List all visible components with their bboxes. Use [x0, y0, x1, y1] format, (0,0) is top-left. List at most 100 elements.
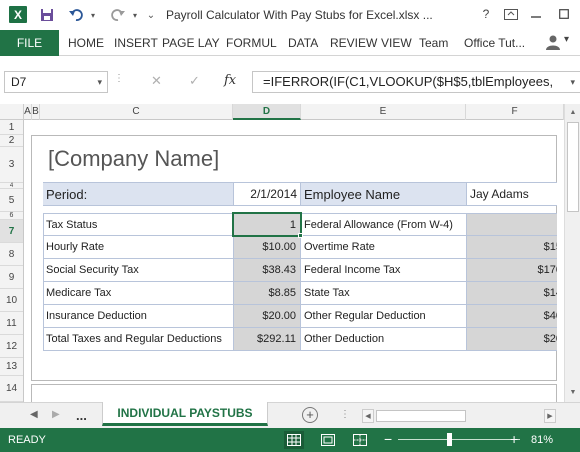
row-label-2[interactable]: Federal Income Tax — [301, 259, 466, 282]
row-label-2[interactable]: Other Deduction — [301, 328, 466, 351]
new-sheet-icon[interactable]: + — [302, 407, 318, 423]
row-value-2[interactable]: $14. — [466, 282, 557, 305]
row-label-2[interactable]: Overtime Rate — [301, 236, 466, 259]
zoom-slider-handle[interactable] — [447, 433, 453, 446]
tab-team[interactable]: Team — [419, 30, 448, 56]
user-account-icon[interactable] — [545, 34, 561, 50]
page-break-preview-icon[interactable] — [350, 431, 370, 449]
page-layout-view-icon[interactable] — [318, 431, 338, 449]
cancel-icon[interactable]: ✕ — [151, 73, 162, 89]
ribbon-display-options-icon[interactable] — [499, 3, 523, 25]
row-header[interactable]: 10 — [0, 289, 23, 312]
row-header[interactable]: 7 — [0, 220, 23, 243]
tab-home[interactable]: HOME — [68, 30, 104, 56]
column-header-c[interactable]: C — [40, 104, 233, 120]
customize-qat-icon[interactable]: ⌄ — [144, 4, 158, 26]
row-label[interactable]: Insurance Deduction — [43, 305, 233, 328]
employee-name-value[interactable]: Jay Adams — [466, 182, 557, 206]
vertical-scroll-thumb[interactable] — [567, 122, 579, 212]
column-header-d[interactable]: D — [233, 104, 301, 120]
row-header[interactable]: 9 — [0, 266, 23, 289]
row-header[interactable]: 14 — [0, 376, 23, 402]
period-value[interactable]: 2/1/2014 — [233, 182, 301, 206]
excel-logo-icon[interactable]: X — [9, 6, 27, 23]
row-label[interactable]: Social Security Tax — [43, 259, 233, 282]
fill-handle[interactable] — [298, 233, 303, 238]
tab-office-tutorials[interactable]: Office Tut... — [464, 30, 525, 56]
row-label[interactable]: Total Taxes and Regular Deductions — [43, 328, 233, 351]
more-sheets-button[interactable]: ... — [76, 408, 87, 423]
row-value-2[interactable]: $15. — [466, 236, 557, 259]
tab-page-layout[interactable]: PAGE LAY — [162, 30, 220, 56]
sheet-tab-individual-paystubs[interactable]: INDIVIDUAL PAYSTUBS — [102, 402, 268, 426]
period-label[interactable]: Period: — [43, 182, 233, 206]
row-label-2[interactable]: State Tax — [301, 282, 466, 305]
row-value-2[interactable] — [466, 213, 557, 236]
row-header[interactable]: 13 — [0, 358, 23, 376]
zoom-slider[interactable] — [398, 439, 520, 440]
maximize-icon[interactable] — [552, 3, 576, 25]
scroll-right-icon[interactable]: ▶ — [544, 409, 556, 423]
tab-formulas[interactable]: FORMUL — [226, 30, 277, 56]
row-label[interactable]: Hourly Rate — [43, 236, 233, 259]
row-value-2[interactable]: $40. — [466, 305, 557, 328]
row-value[interactable]: $8.85 — [233, 282, 301, 305]
employee-name-label[interactable]: Employee Name — [301, 182, 466, 206]
scroll-down-icon[interactable]: ▼ — [565, 386, 580, 400]
row-header[interactable]: 5 — [0, 189, 23, 212]
zoom-in-icon[interactable]: + — [510, 431, 518, 447]
name-box[interactable]: D7 ▾ — [4, 71, 108, 93]
row-value[interactable]: $10.00 — [233, 236, 301, 259]
row-header[interactable]: 2 — [0, 135, 23, 147]
tab-view[interactable]: VIEW — [381, 30, 412, 56]
tab-review[interactable]: REVIEW — [330, 30, 377, 56]
horizontal-scroll-thumb[interactable] — [376, 410, 466, 422]
formula-bar-divider-icon[interactable]: ⋮ — [114, 73, 128, 91]
column-header-b[interactable]: B — [32, 104, 40, 120]
column-header-e[interactable]: E — [301, 104, 466, 120]
normal-view-icon[interactable] — [284, 431, 304, 449]
row-value-2[interactable]: $20. — [466, 328, 557, 351]
row-header[interactable]: 12 — [0, 335, 23, 358]
tab-file[interactable]: FILE — [0, 30, 59, 56]
help-icon[interactable]: ? — [474, 3, 498, 25]
company-name[interactable]: [Company Name] — [48, 146, 219, 172]
row-header[interactable]: 3 — [0, 147, 23, 183]
expand-formula-icon[interactable]: ▾ — [570, 72, 575, 92]
row-header[interactable]: 6 — [0, 212, 23, 220]
row-value[interactable]: $292.11 — [233, 328, 301, 351]
row-label-2[interactable]: Federal Allowance (From W-4) — [301, 213, 466, 236]
next-sheet-icon[interactable]: ▶ — [52, 409, 60, 420]
collapse-ribbon-icon[interactable]: ▾ — [564, 34, 569, 45]
save-icon[interactable] — [36, 4, 58, 26]
enter-icon[interactable]: ✓ — [189, 73, 200, 89]
column-header-a[interactable]: A — [24, 104, 32, 120]
row-label-2[interactable]: Other Regular Deduction — [301, 305, 466, 328]
row-header[interactable]: 11 — [0, 312, 23, 335]
chevron-down-icon[interactable]: ▾ — [97, 72, 102, 92]
row-header[interactable]: 1 — [0, 120, 23, 135]
row-label[interactable]: Tax Status — [43, 213, 233, 236]
row-label[interactable]: Medicare Tax — [43, 282, 233, 305]
undo-icon[interactable] — [64, 4, 88, 26]
column-header-f[interactable]: F — [466, 104, 564, 120]
zoom-level[interactable]: 81% — [531, 434, 553, 446]
scroll-left-icon[interactable]: ◀ — [362, 409, 374, 423]
row-value[interactable]: 1 — [233, 213, 301, 236]
row-value[interactable]: $38.43 — [233, 259, 301, 282]
redo-icon[interactable] — [106, 4, 130, 26]
minimize-icon[interactable] — [524, 3, 548, 25]
row-header[interactable]: 8 — [0, 243, 23, 266]
insert-function-icon[interactable]: fx — [224, 73, 236, 88]
zoom-out-icon[interactable]: − — [384, 431, 392, 447]
row-value[interactable]: $20.00 — [233, 305, 301, 328]
previous-sheet-icon[interactable]: ◀ — [30, 409, 38, 420]
formula-input[interactable]: =IFERROR(IF(C1,VLOOKUP($H$5,tblEmployees… — [252, 71, 580, 93]
select-all-button[interactable] — [0, 104, 24, 120]
redo-dropdown-icon[interactable]: ▾ — [130, 4, 140, 26]
undo-dropdown-icon[interactable]: ▾ — [88, 4, 98, 26]
tab-data[interactable]: DATA — [288, 30, 318, 56]
tab-insert[interactable]: INSERT — [114, 30, 158, 56]
tab-split-handle-icon[interactable]: ⋮ — [340, 409, 350, 420]
vertical-scrollbar[interactable]: ▲ ▼ — [564, 104, 580, 402]
